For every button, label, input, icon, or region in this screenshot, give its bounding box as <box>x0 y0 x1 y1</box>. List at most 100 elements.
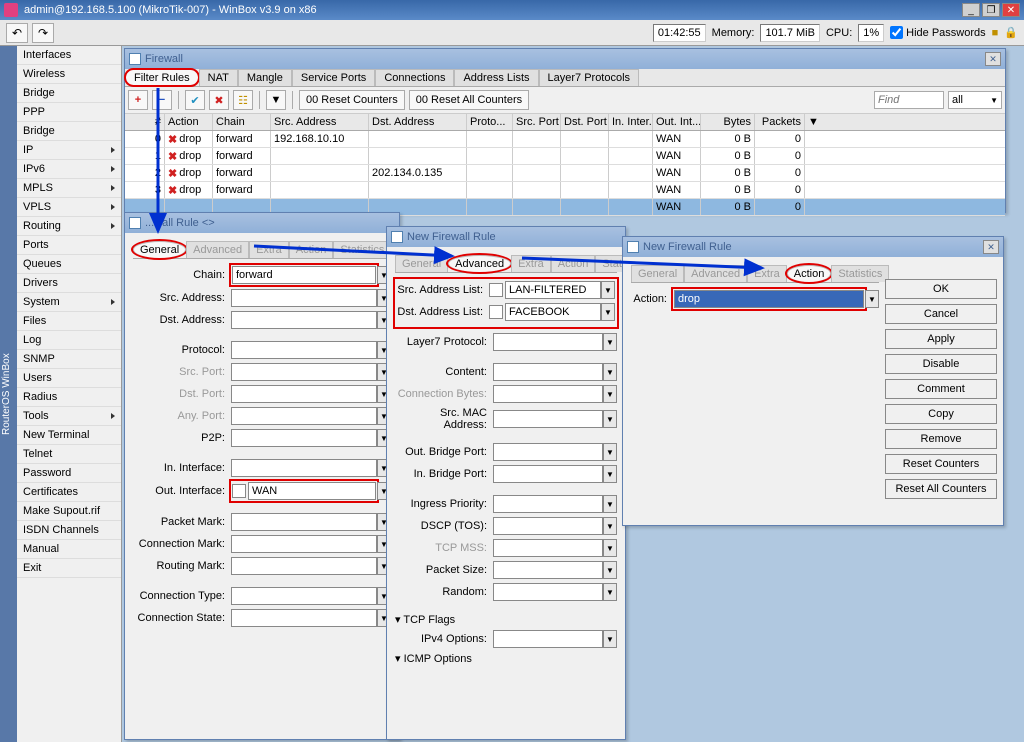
dropdown-icon[interactable]: ▼ <box>603 363 617 381</box>
rule-tab[interactable]: Action <box>787 265 832 282</box>
rule-tab[interactable]: General <box>631 265 684 282</box>
sidebar-item[interactable]: ISDN Channels <box>17 521 121 540</box>
sidebar-item[interactable]: Tools <box>17 407 121 426</box>
invert-checkbox[interactable] <box>489 283 503 297</box>
firewall-tab[interactable]: Connections <box>375 69 454 86</box>
sidebar-item[interactable]: Ports <box>17 236 121 255</box>
close-button[interactable]: ✕ <box>1002 3 1020 17</box>
field-input[interactable] <box>231 557 377 575</box>
rule-tab[interactable]: Extra <box>249 241 289 258</box>
sidebar-item[interactable]: IP <box>17 141 121 160</box>
action-combo[interactable]: drop <box>674 290 864 308</box>
action-button[interactable]: Reset Counters <box>885 454 997 474</box>
sidebar-item[interactable]: Password <box>17 464 121 483</box>
invert-checkbox[interactable] <box>489 305 503 319</box>
sidebar-item[interactable]: Log <box>17 331 121 350</box>
firewall-title[interactable]: Firewall ✕ <box>125 49 1005 69</box>
rule-tab[interactable]: Action <box>551 255 596 272</box>
sidebar-item[interactable]: Interfaces <box>17 46 121 65</box>
rule-tab[interactable]: Statistics <box>831 265 889 282</box>
firewall-tab[interactable]: NAT <box>199 69 238 86</box>
field-input[interactable] <box>493 363 603 381</box>
rule-tab[interactable]: Advanced <box>448 255 511 272</box>
field-input[interactable] <box>231 311 377 329</box>
field-input[interactable]: FACEBOOK <box>505 303 601 321</box>
dropdown-icon[interactable]: ▼ <box>603 517 617 535</box>
field-input[interactable] <box>231 385 377 403</box>
dropdown-icon[interactable]: ▼ <box>603 561 617 579</box>
dropdown-icon[interactable]: ▼ <box>601 281 615 299</box>
sidebar-item[interactable]: MPLS <box>17 179 121 198</box>
sidebar-item[interactable]: Wireless <box>17 65 121 84</box>
field-input[interactable] <box>231 341 377 359</box>
action-button[interactable]: Remove <box>885 429 997 449</box>
sidebar-item[interactable]: SNMP <box>17 350 121 369</box>
action-button[interactable]: Cancel <box>885 304 997 324</box>
dropdown-icon[interactable]: ▼ <box>603 495 617 513</box>
dropdown-icon[interactable]: ▼ <box>603 583 617 601</box>
dropdown-icon[interactable]: ▼ <box>601 303 615 321</box>
dropdown-icon[interactable]: ▼ <box>603 410 617 428</box>
sidebar-item[interactable]: Bridge <box>17 84 121 103</box>
sidebar-item[interactable]: System <box>17 293 121 312</box>
firewall-tab[interactable]: Filter Rules <box>125 69 199 86</box>
sidebar-item[interactable]: Bridge <box>17 122 121 141</box>
rule-row[interactable]: 2✖dropforward202.134.0.135WAN0 B0 <box>125 165 1005 182</box>
rule-tab[interactable]: General <box>395 255 448 272</box>
sidebar-item[interactable]: Drivers <box>17 274 121 293</box>
sidebar-item[interactable]: Exit <box>17 559 121 578</box>
rule-row[interactable]: 0✖dropforward192.168.10.10WAN0 B0 <box>125 131 1005 148</box>
hide-passwords-checkbox[interactable]: Hide Passwords <box>890 26 985 39</box>
sidebar-item[interactable]: Routing <box>17 217 121 236</box>
field-input[interactable] <box>231 609 377 627</box>
rule-tab[interactable]: Advanced <box>684 265 747 282</box>
field-input[interactable] <box>231 535 377 553</box>
field-input[interactable] <box>493 443 603 461</box>
field-input[interactable] <box>231 459 377 477</box>
action-button[interactable]: Comment <box>885 379 997 399</box>
reset-counters-button[interactable]: 00 Reset Counters <box>299 90 405 110</box>
sidebar-item[interactable]: IPv6 <box>17 160 121 179</box>
firewall-close[interactable]: ✕ <box>985 52 1001 66</box>
rule-tab[interactable]: Extra <box>511 255 551 272</box>
field-input[interactable]: LAN-FILTERED <box>505 281 601 299</box>
invert-checkbox[interactable] <box>232 484 246 498</box>
rule-row[interactable]: 3✖dropforwardWAN0 B0 <box>125 182 1005 199</box>
maximize-button[interactable]: ❐ <box>982 3 1000 17</box>
sidebar-item[interactable]: VPLS <box>17 198 121 217</box>
filter-combo[interactable]: all▼ <box>948 91 1002 109</box>
field-input[interactable] <box>493 583 603 601</box>
field-input[interactable] <box>231 513 377 531</box>
remove-button[interactable]: − <box>152 90 172 110</box>
field-input[interactable] <box>493 410 603 428</box>
field-input[interactable] <box>231 289 377 307</box>
field-input[interactable] <box>493 495 603 513</box>
rule2-title[interactable]: New Firewall Rule <box>387 227 625 247</box>
sidebar-item[interactable]: Queues <box>17 255 121 274</box>
field-input[interactable] <box>493 333 603 351</box>
sidebar-item[interactable]: New Terminal <box>17 426 121 445</box>
sidebar-item[interactable]: Radius <box>17 388 121 407</box>
field-input[interactable] <box>493 561 603 579</box>
field-input[interactable]: WAN <box>248 482 376 500</box>
sidebar-item[interactable]: Users <box>17 369 121 388</box>
dropdown-icon[interactable]: ▼ <box>603 443 617 461</box>
rule-tab[interactable]: Action <box>289 241 334 258</box>
field-input[interactable]: forward <box>232 266 376 284</box>
dropdown-icon[interactable]: ▼ <box>603 630 617 648</box>
action-button[interactable]: Reset All Counters <box>885 479 997 499</box>
firewall-tab[interactable]: Service Ports <box>292 69 375 86</box>
field-input[interactable] <box>231 429 377 447</box>
field-input[interactable] <box>493 630 603 648</box>
reset-all-counters-button[interactable]: 00 Reset All Counters <box>409 90 529 110</box>
field-input[interactable] <box>231 363 377 381</box>
field-input[interactable] <box>493 517 603 535</box>
disable-button[interactable]: ✖ <box>209 90 229 110</box>
rule3-title[interactable]: New Firewall Rule ✕ <box>623 237 1003 257</box>
find-input[interactable] <box>874 91 944 109</box>
action-button[interactable]: Disable <box>885 354 997 374</box>
sidebar-item[interactable]: Manual <box>17 540 121 559</box>
rule-tab[interactable]: Advanced <box>186 241 249 258</box>
dropdown-icon[interactable]: ▼ <box>603 465 617 483</box>
sidebar-item[interactable]: Telnet <box>17 445 121 464</box>
